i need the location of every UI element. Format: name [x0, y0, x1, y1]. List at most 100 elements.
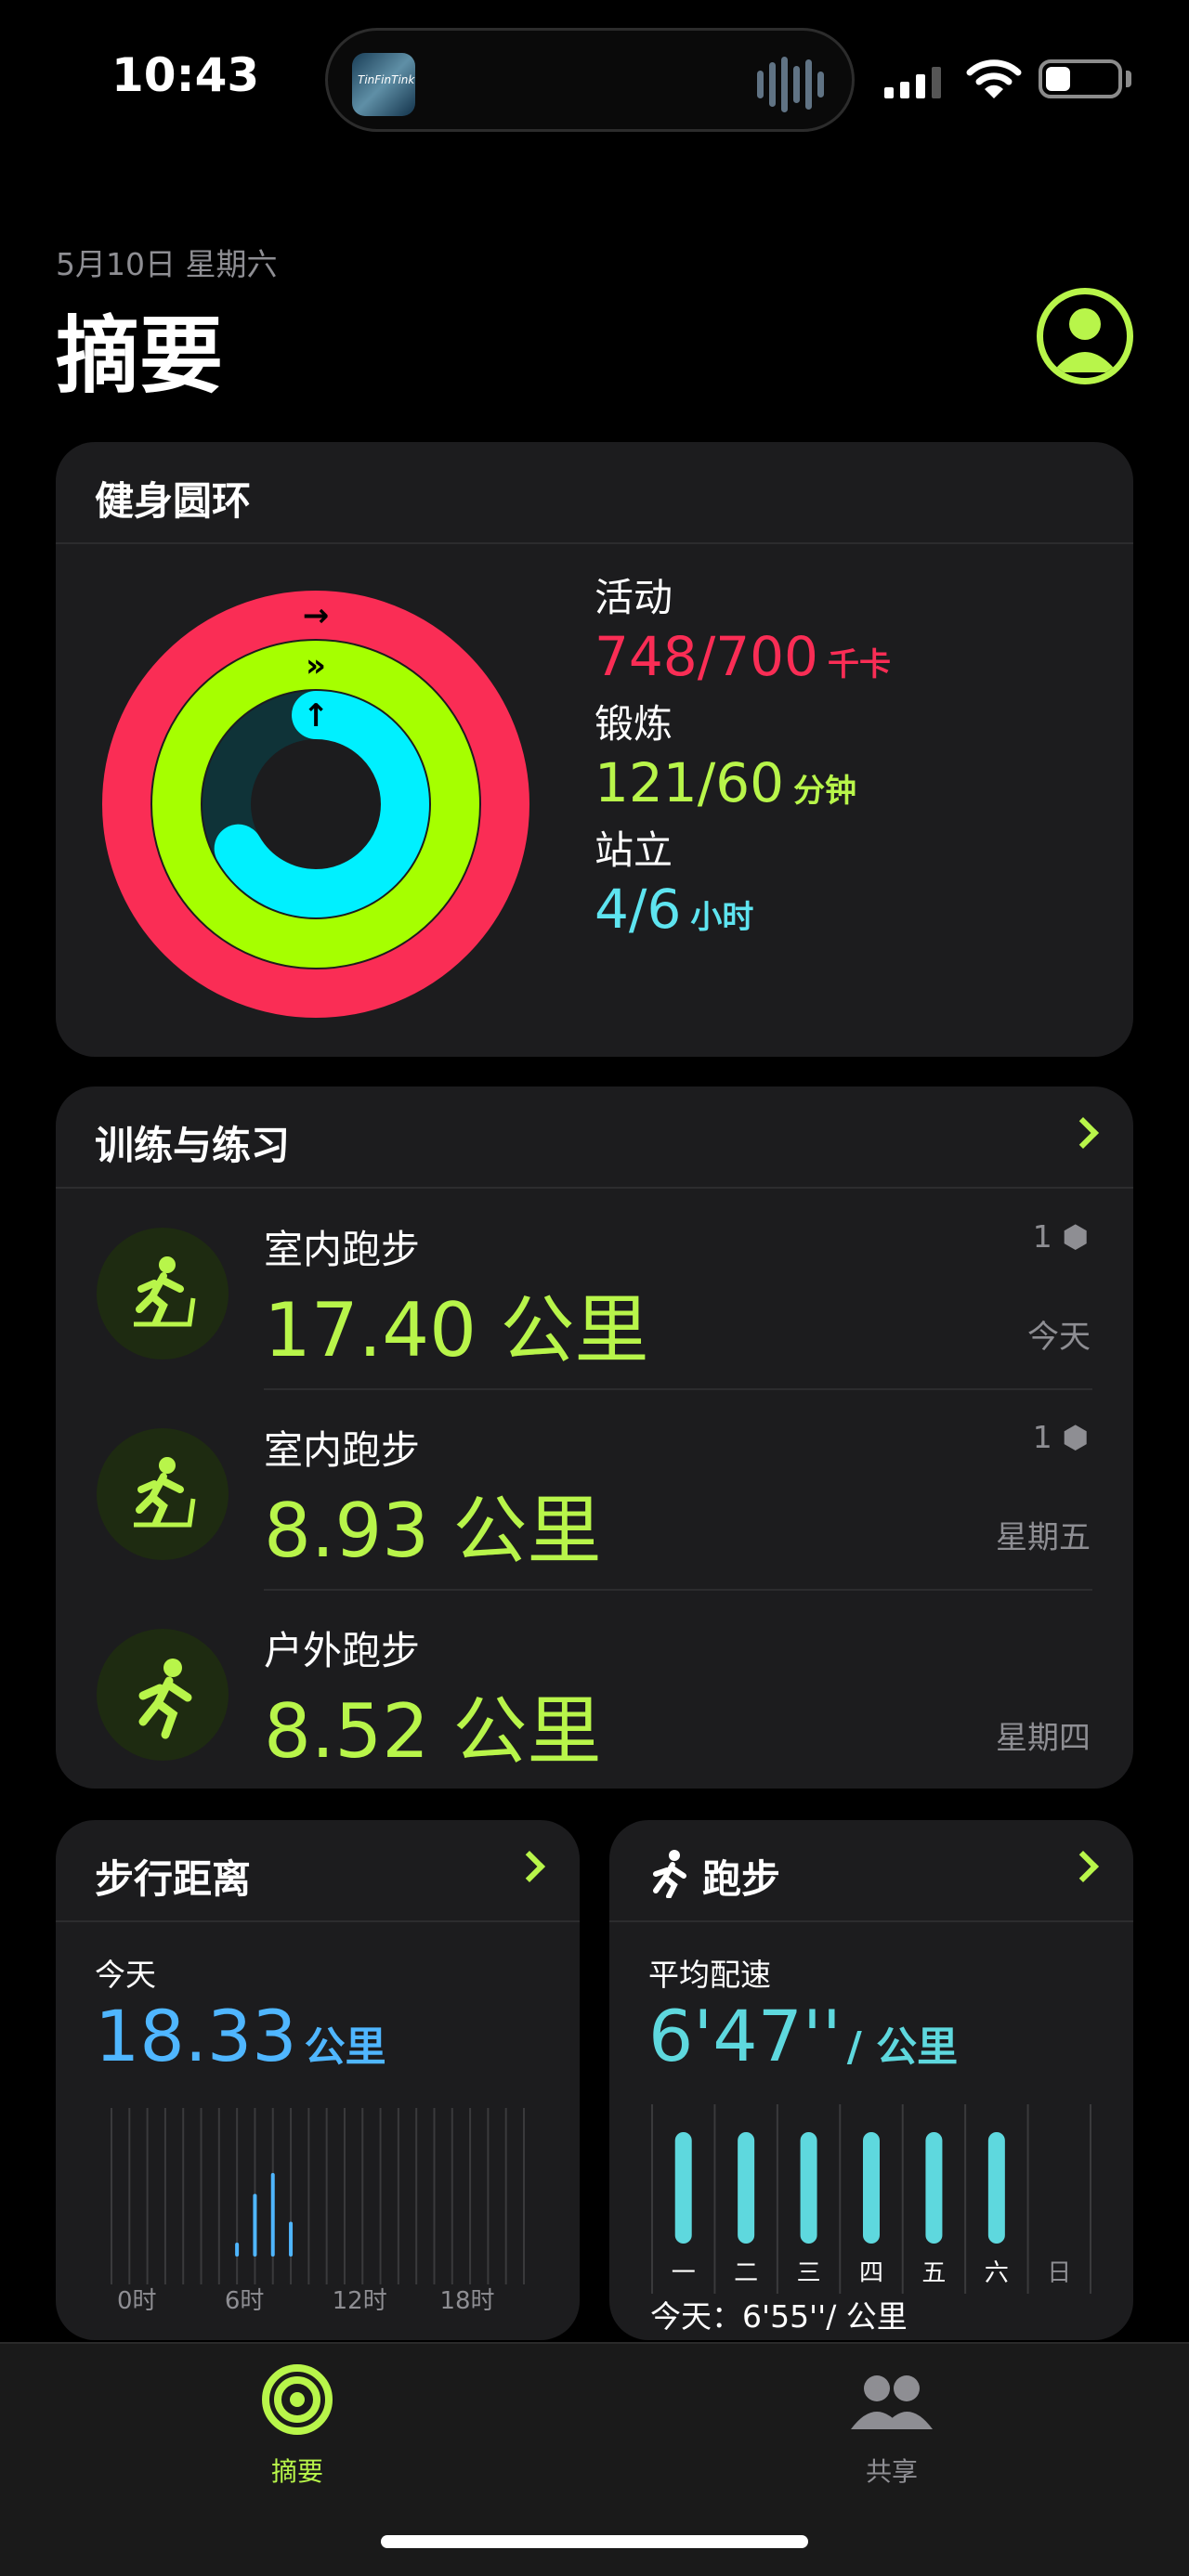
- running-pace-chart: 一二三四五六日: [651, 2104, 1091, 2294]
- cellular-signal-icon: [884, 65, 941, 98]
- running-icon: [97, 1629, 229, 1761]
- hour-bar: [253, 2193, 257, 2257]
- stand-value-text: 4/6: [594, 878, 682, 941]
- card-header[interactable]: 跑步: [609, 1820, 1133, 1922]
- workout-row[interactable]: 室内跑步 8.93 公里 1 ⬢ 星期五: [56, 1391, 1133, 1591]
- status-time: 10:43: [111, 48, 260, 102]
- workout-name: 室内跑步: [264, 1427, 421, 1473]
- day-label: 三: [797, 2259, 821, 2287]
- exercise-arrow-icon: »: [306, 647, 326, 684]
- running-pace-text: 6'47'': [648, 1995, 842, 2077]
- workout-count: 1 ⬢: [1033, 1218, 1089, 1255]
- treadmill-icon: [97, 1428, 229, 1560]
- workout-name: 室内跑步: [264, 1227, 421, 1272]
- day-label: 四: [859, 2259, 883, 2287]
- axis-tick-label: 18时: [439, 2287, 494, 2312]
- pace-bar: [800, 2132, 817, 2244]
- hour-bar: [235, 2243, 240, 2257]
- walking-value-text: 18.33: [95, 1995, 297, 2077]
- workout-row[interactable]: 室内跑步 17.40 公里 1 ⬢ 今天: [56, 1190, 1133, 1390]
- hour-bar: [270, 2173, 275, 2257]
- move-arrow-icon: →: [303, 597, 330, 634]
- axis-tick-label: 12时: [333, 2287, 387, 2312]
- move-unit: 千卡: [827, 646, 891, 683]
- pace-bar: [863, 2132, 880, 2244]
- workout-row[interactable]: 户外跑步 8.52 公里 星期四: [56, 1592, 1133, 1789]
- walking-distance-card[interactable]: 步行距离 今天 18.33 公里 0时 6时 12时 18时: [56, 1820, 580, 2340]
- workout-name: 户外跑步: [264, 1628, 421, 1673]
- summary-date: 5月10日 星期六: [56, 246, 278, 282]
- day-label: 日: [1047, 2259, 1071, 2287]
- tab-sharing-label: 共享: [865, 2456, 918, 2487]
- audio-waveform-icon: [757, 57, 824, 112]
- tab-summary[interactable]: 摘要: [204, 2362, 390, 2489]
- stand-unit: 小时: [690, 899, 754, 936]
- pace-bar: [674, 2132, 692, 2244]
- workout-distance: 17.40 公里: [264, 1287, 649, 1373]
- rings-card-title: 健身圆环: [95, 478, 252, 524]
- cube-icon: ⬢: [1062, 1419, 1089, 1455]
- chevron-right-icon[interactable]: [1067, 1851, 1099, 1882]
- pace-bar: [738, 2132, 755, 2244]
- profile-avatar-button[interactable]: [1037, 288, 1133, 384]
- axis-tick-label: 0时: [117, 2287, 157, 2312]
- dynamic-island[interactable]: TinFinTink: [325, 28, 855, 132]
- activity-rings-icon: [262, 2364, 333, 2435]
- walking-distance-value: 18.33 公里: [95, 1995, 386, 2077]
- chevron-right-icon[interactable]: [514, 1851, 545, 1882]
- pace-bar: [987, 2132, 1005, 2244]
- workout-count: 1 ⬢: [1033, 1419, 1089, 1455]
- move-label: 活动: [594, 575, 673, 620]
- card-header[interactable]: 训练与练习: [56, 1086, 1133, 1189]
- activity-rings-chart: → » ↑: [102, 591, 529, 1018]
- card-header: 健身圆环: [56, 442, 1133, 544]
- exercise-unit: 分钟: [793, 773, 857, 810]
- day-label: 二: [734, 2259, 758, 2287]
- chevron-right-icon[interactable]: [1067, 1117, 1099, 1149]
- running-card-title: 跑步: [702, 1856, 781, 1902]
- tab-sharing[interactable]: 共享: [799, 2362, 985, 2489]
- workout-day: 今天: [1027, 1319, 1091, 1356]
- workout-distance: 8.93 公里: [264, 1488, 602, 1574]
- workouts-card[interactable]: 训练与练习 室内跑步 17.40 公里 1 ⬢ 今天 室内跑步 8.93 公里 …: [56, 1086, 1133, 1789]
- walking-unit: 公里: [304, 2023, 386, 2071]
- workout-day: 星期五: [996, 1519, 1091, 1556]
- person-icon: [1052, 308, 1117, 372]
- day-label: 五: [921, 2259, 946, 2287]
- hour-bar: [289, 2221, 294, 2257]
- stand-arrow-icon: ↑: [303, 697, 330, 735]
- artwork-text: TinFinTink: [358, 73, 415, 86]
- tab-summary-label: 摘要: [270, 2456, 323, 2487]
- stand-value: 4/6 小时: [594, 877, 891, 951]
- move-value: 748/700 千卡: [594, 624, 891, 698]
- workout-count-value: 1: [1032, 1419, 1052, 1455]
- stand-label: 站立: [594, 827, 673, 873]
- running-pace-unit: / 公里: [846, 2023, 959, 2071]
- day-label: 一: [672, 2259, 696, 2287]
- walking-card-title: 步行距离: [95, 1856, 252, 1902]
- status-bar: 10:43 TinFinTink: [0, 0, 1189, 149]
- exercise-label: 锻炼: [594, 701, 673, 747]
- people-icon: [851, 2375, 933, 2429]
- exercise-value: 121/60 分钟: [594, 750, 891, 825]
- now-playing-artwork[interactable]: TinFinTink: [352, 53, 415, 116]
- walking-hourly-chart: 0时 6时 12时 18时: [111, 2108, 525, 2312]
- divider: [264, 1589, 1092, 1591]
- running-card[interactable]: 跑步 平均配速 6'47'' / 公里 一 二 三 四 五 六 日: [609, 1820, 1133, 2340]
- running-metric-label: 平均配速: [648, 1957, 771, 1993]
- exercise-value-text: 121/60: [594, 751, 785, 814]
- ring-stats: 活动 748/700 千卡 锻炼 121/60 分钟 站立 4/6 小时: [594, 572, 891, 951]
- workouts-card-title: 训练与练习: [95, 1123, 291, 1168]
- running-pace-value: 6'47'' / 公里: [648, 1995, 958, 2077]
- pace-bar: [925, 2132, 943, 2244]
- home-indicator[interactable]: [381, 2535, 808, 2548]
- workout-distance: 8.52 公里: [264, 1688, 602, 1775]
- activity-rings-card[interactable]: 健身圆环 → » ↑ 活动 748/700 千卡 锻炼 121/60 分钟 站立 4/6…: [56, 442, 1133, 1057]
- workout-day: 星期四: [996, 1720, 1091, 1757]
- cube-icon: ⬢: [1062, 1218, 1089, 1255]
- card-header[interactable]: 步行距离: [56, 1820, 580, 1922]
- move-value-text: 748/700: [594, 625, 818, 688]
- axis-tick-label: 6时: [225, 2287, 265, 2312]
- wifi-icon: [966, 59, 1022, 98]
- day-label: 六: [985, 2259, 1009, 2287]
